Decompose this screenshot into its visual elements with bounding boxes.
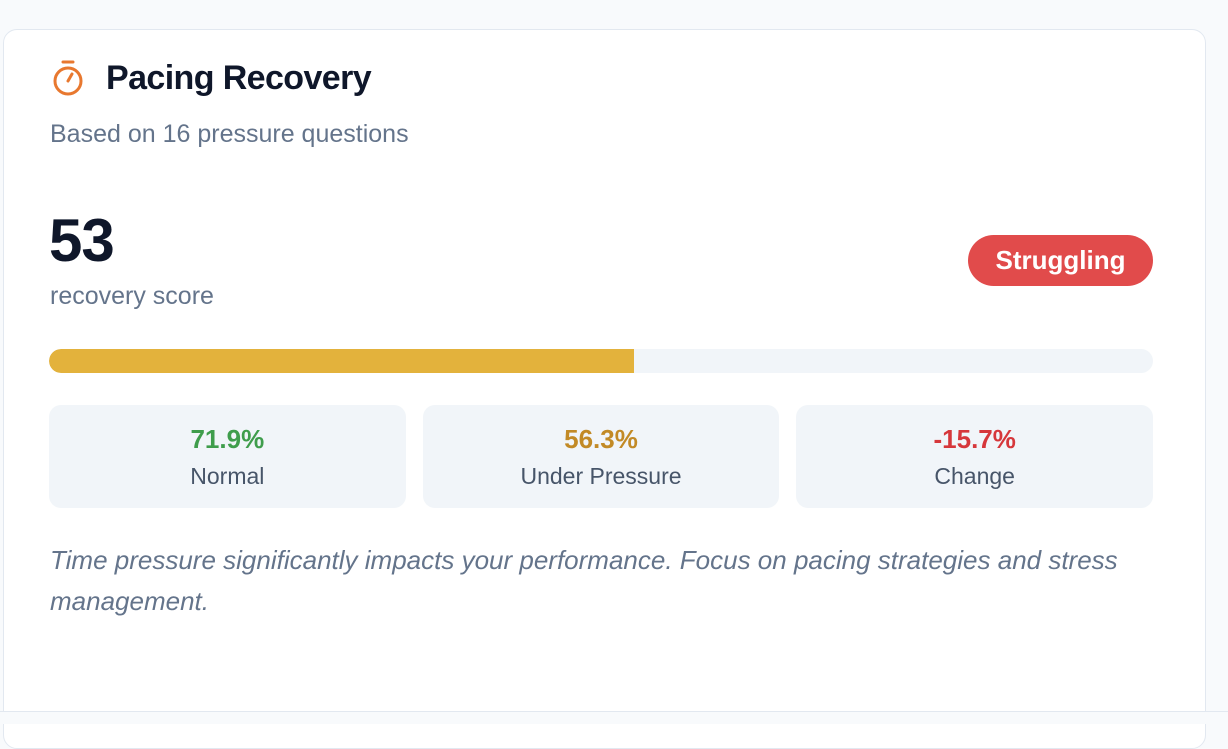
stat-under-pressure: 56.3% Under Pressure: [422, 405, 780, 508]
card-header: Pacing Recovery: [50, 58, 372, 98]
stat-normal-label: Normal: [190, 462, 265, 489]
card-subtitle: Based on 16 pressure questions: [50, 120, 409, 148]
stat-change-value: -15.7%: [933, 423, 1016, 454]
recovery-progress-bar: [49, 349, 1153, 373]
stat-change-label: Change: [934, 462, 1015, 489]
recovery-progress-fill: [49, 349, 635, 373]
bottom-edge: [0, 711, 1228, 724]
recovery-note: Time pressure significantly impacts your…: [50, 545, 1118, 616]
stats-row: 71.9% Normal 56.3% Under Pressure -15.7%…: [49, 405, 1154, 508]
stat-under-pressure-value: 56.3%: [564, 423, 638, 454]
recovery-score-value: 53: [49, 207, 115, 274]
stat-normal: 71.9% Normal: [49, 405, 406, 508]
recovery-score-label: recovery score: [50, 282, 214, 310]
stat-under-pressure-label: Under Pressure: [520, 462, 682, 489]
status-badge: Struggling: [968, 235, 1153, 286]
stat-change: -15.7% Change: [796, 405, 1154, 508]
stat-normal-value: 71.9%: [190, 423, 265, 454]
stopwatch-icon: [50, 58, 86, 98]
card-title: Pacing Recovery: [106, 58, 372, 97]
